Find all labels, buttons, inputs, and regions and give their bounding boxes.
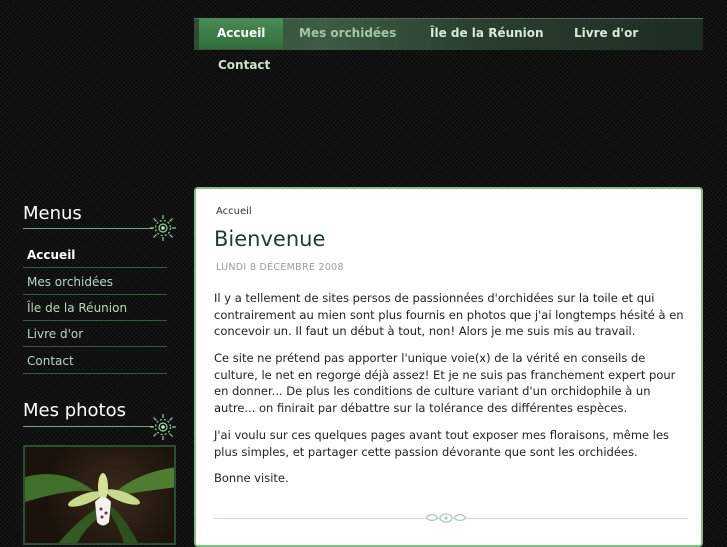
- sidebar-item-livre-dor[interactable]: Livre d'or: [23, 321, 167, 347]
- closing-paragraph: Bonne visite.: [214, 471, 289, 485]
- sun-ornament-icon: [150, 414, 176, 440]
- menus-divider: [23, 228, 153, 229]
- nav-tab-ile-de-la-reunion[interactable]: Île de la Réunion: [430, 18, 544, 49]
- orchid-photo[interactable]: [23, 445, 176, 545]
- photos-divider: [23, 426, 153, 427]
- orchid-image: [25, 467, 174, 543]
- leaf-ornament-icon: [425, 513, 467, 523]
- sun-ornament-icon: [150, 215, 176, 241]
- sidebar-item-accueil[interactable]: Accueil: [23, 242, 167, 268]
- body-paragraph: J'ai voulu sur ces quelques pages avant …: [214, 428, 670, 459]
- nav-tab-contact[interactable]: Contact: [218, 58, 270, 72]
- breadcrumb[interactable]: Accueil: [216, 206, 252, 217]
- sidebar-item-contact[interactable]: Contact: [23, 348, 167, 374]
- photos-heading: Mes photos: [23, 400, 126, 421]
- content-panel: Accueil Bienvenue LUNDI 8 DÉCEMBRE 2008 …: [194, 187, 703, 547]
- page-title: Bienvenue: [214, 227, 326, 251]
- separator-line: [214, 518, 424, 519]
- menus-heading: Menus: [23, 203, 82, 224]
- sidebar-item-mes-orchidees[interactable]: Mes orchidées: [23, 269, 167, 295]
- body-paragraph: Ce site ne prétend pas apporter l'unique…: [214, 351, 676, 415]
- nav-tab-mes-orchidees[interactable]: Mes orchidées: [299, 18, 396, 49]
- sidebar-item-ile-de-la-reunion[interactable]: Île de la Réunion: [23, 295, 167, 321]
- nav-tab-accueil[interactable]: Accueil: [199, 18, 284, 49]
- intro-paragraph: Il y a tellement de sites persos de pass…: [214, 291, 684, 338]
- post-date: LUNDI 8 DÉCEMBRE 2008: [216, 262, 344, 273]
- separator-line: [466, 518, 688, 519]
- nav-tab-livre-dor[interactable]: Livre d'or: [574, 18, 638, 49]
